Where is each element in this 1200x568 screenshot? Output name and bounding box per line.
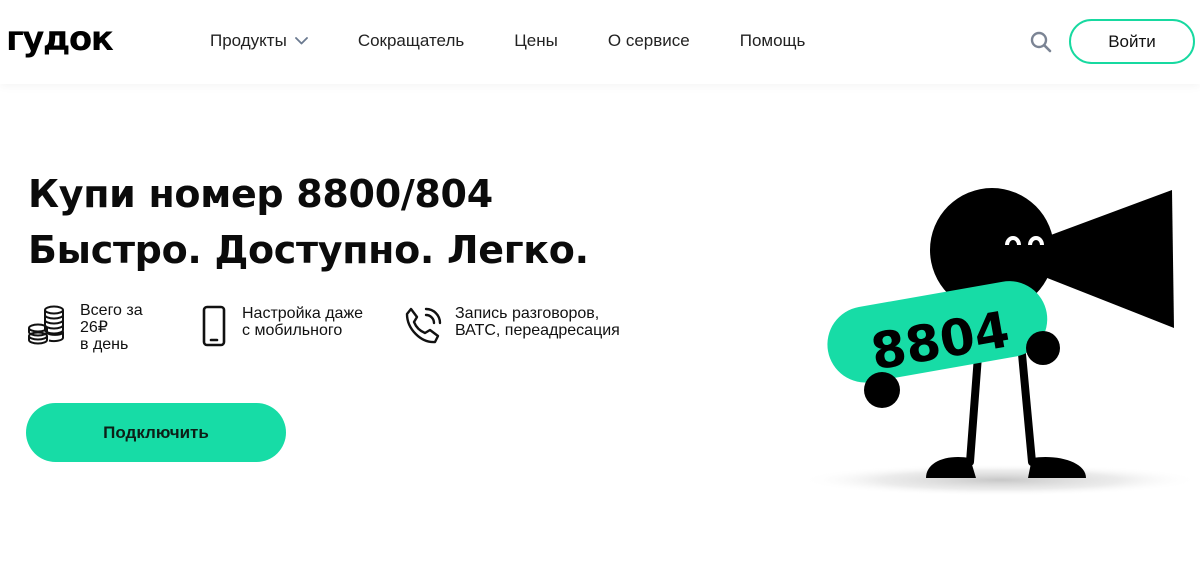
login-button[interactable]: Войти — [1069, 19, 1195, 64]
nav-item-shortener[interactable]: Сокращатель — [358, 31, 464, 51]
hero-title: Купи номер 8800/804 Быстро. Доступно. Ле… — [28, 166, 589, 278]
hero-title-line-2: Быстро. Доступно. Легко. — [28, 228, 589, 272]
feature-price: Всего за 26₽ в день — [26, 302, 143, 353]
main-nav: Продукты Сокращатель Цены О сервисе Помо… — [210, 31, 805, 51]
feature-recording-text: Запись разговоров, ВАТС, переадресация — [455, 305, 620, 339]
chevron-down-icon — [294, 37, 308, 45]
site-header: гудок Продукты Сокращатель Цены О сервис… — [0, 0, 1200, 84]
nav-item-products[interactable]: Продукты — [210, 31, 308, 51]
coins-icon — [26, 302, 70, 346]
feature-mobile: Настройка даже с мобильного — [198, 305, 363, 349]
hero-title-line-1: Купи номер 8800/804 — [28, 172, 493, 216]
nav-item-products-label: Продукты — [210, 31, 287, 50]
feature-mobile-text: Настройка даже с мобильного — [242, 305, 364, 339]
connect-button[interactable]: Подключить — [26, 403, 286, 462]
smartphone-icon — [198, 305, 230, 349]
nav-item-prices[interactable]: Цены — [514, 31, 558, 51]
nav-item-help[interactable]: Помощь — [740, 31, 806, 51]
horn-mascot-illustration: 8804 — [800, 180, 1200, 500]
nav-item-about[interactable]: О сервисе — [608, 31, 690, 51]
feature-recording: Запись разговоров, ВАТС, переадресация — [402, 305, 620, 349]
search-icon[interactable] — [1030, 31, 1052, 53]
feature-price-text: Всего за 26₽ в день — [80, 302, 143, 353]
logo[interactable]: гудок — [6, 22, 114, 56]
phone-call-icon — [402, 305, 444, 349]
